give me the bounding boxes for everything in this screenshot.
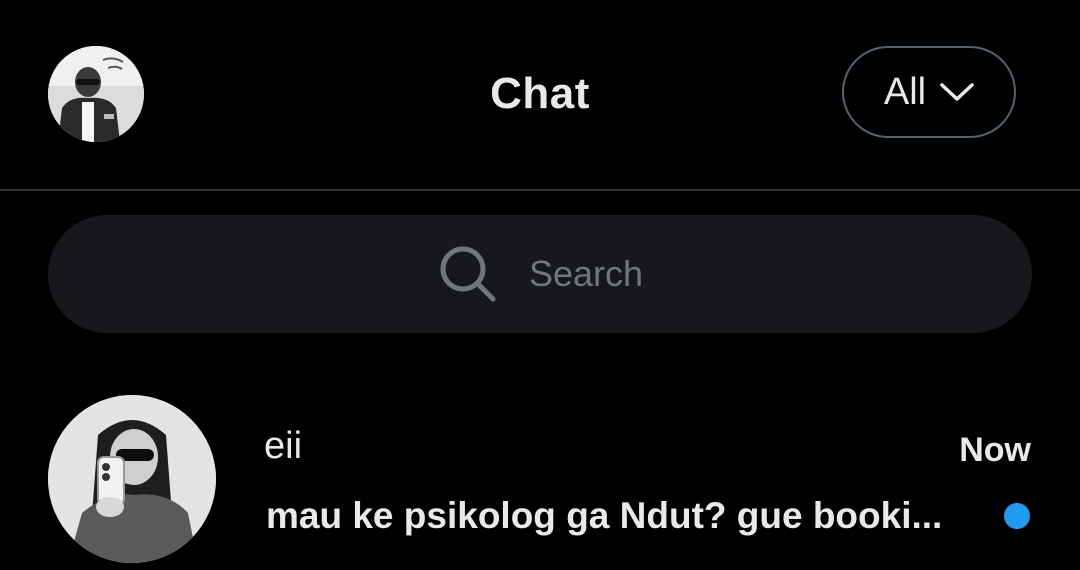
contact-avatar[interactable] <box>48 395 216 563</box>
unread-indicator <box>1004 503 1030 529</box>
chat-message-preview: mau ke psikolog ga Ndut? gue booki... <box>266 495 943 536</box>
search-placeholder: Search <box>528 253 644 294</box>
page-title: Chat <box>490 69 590 118</box>
chat-header: Chat All <box>0 0 1080 191</box>
contact-avatar-image <box>48 395 216 563</box>
profile-avatar[interactable] <box>48 46 144 142</box>
chat-contact-name: eii <box>264 425 303 467</box>
chevron-down-icon <box>940 83 974 101</box>
chat-list-item[interactable]: eii Now mau ke psikolog ga Ndut? gue boo… <box>0 380 1080 570</box>
chat-timestamp: Now <box>959 431 1031 469</box>
profile-avatar-image <box>48 46 144 142</box>
filter-label: All <box>883 71 927 113</box>
search-input[interactable]: Search <box>48 215 1032 333</box>
filter-dropdown-button[interactable]: All <box>842 46 1016 138</box>
search-icon <box>440 246 496 302</box>
